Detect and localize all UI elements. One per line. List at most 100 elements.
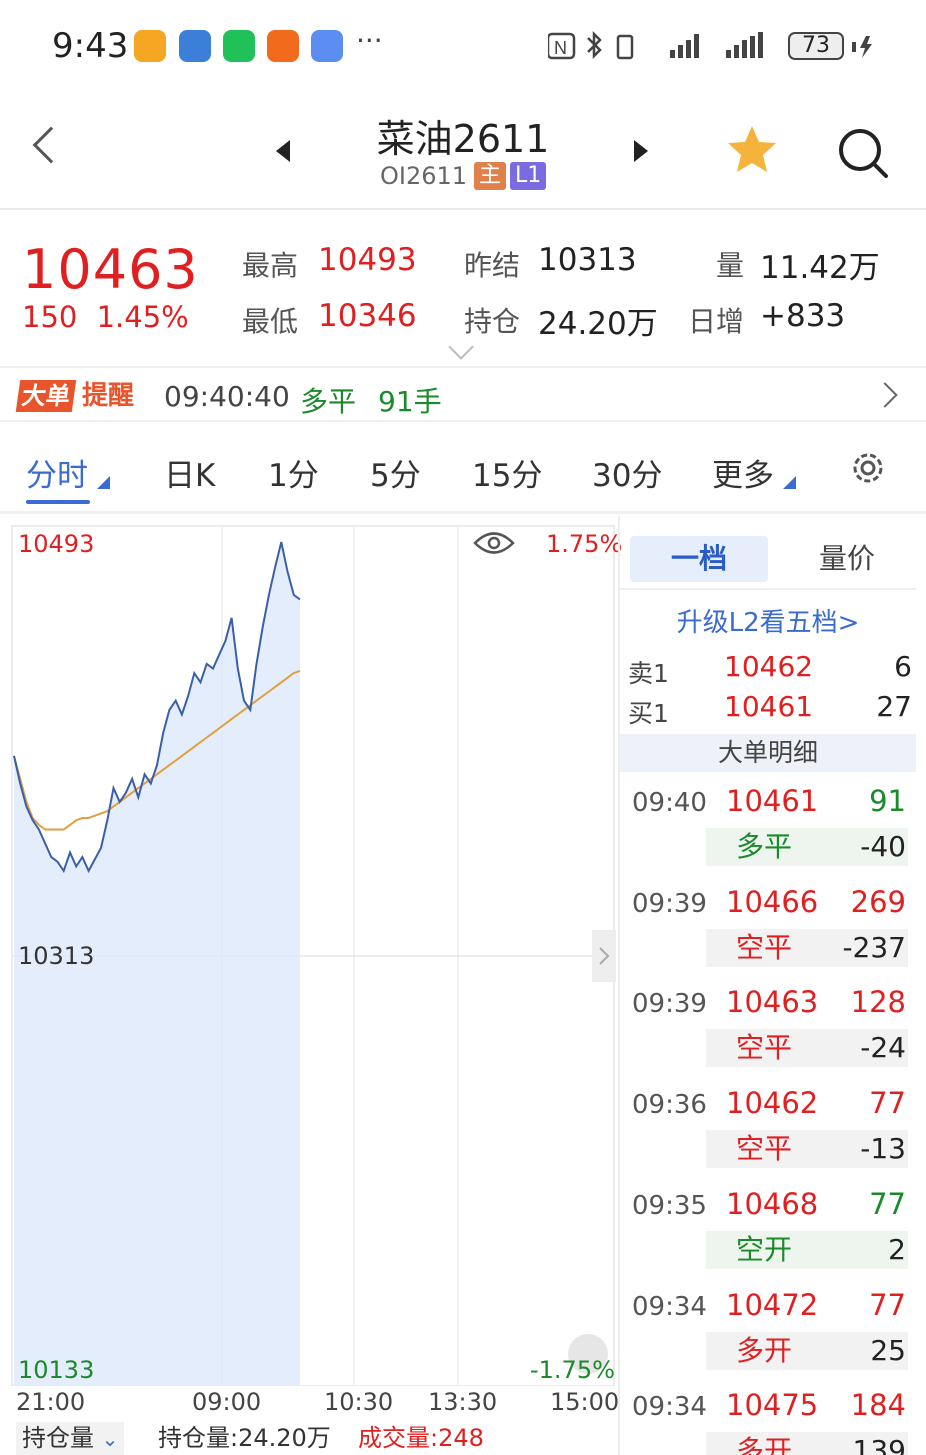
bid1-price: 10461 <box>724 690 814 723</box>
trade-volume: 77 <box>869 1187 906 1221</box>
trade-direction: 空平 <box>736 1031 793 1064</box>
collapse-handle[interactable] <box>592 930 616 982</box>
upgrade-l2-link[interactable]: 升级L2看五档> <box>620 602 916 639</box>
big-order-alert[interactable]: 大单 提醒 09:40:40 多平 91手 <box>0 370 926 422</box>
indicator-bar: 持仓量 ⌄ 持仓量:24.20万 成交量:248 <box>0 1422 618 1455</box>
chevron-right-icon[interactable] <box>872 382 898 408</box>
trade-price: 10472 <box>726 1288 819 1322</box>
trade-direction: 空平 <box>736 931 793 964</box>
order-book-panel: 一档 量价 升级L2看五档> 卖1 10462 6 买1 10461 27 大单… <box>618 516 926 1455</box>
trade-row[interactable]: 09:39 10463 128 空平 -24 <box>620 981 916 1081</box>
trade-detail-band: 多开 139 <box>706 1432 908 1455</box>
pct-bottom-label: -1.75% <box>530 1356 615 1384</box>
trade-detail-band: 空开 2 <box>706 1231 908 1269</box>
trade-row[interactable]: 09:36 10462 77 空平 -13 <box>620 1082 916 1182</box>
trade-direction: 空开 <box>736 1233 793 1266</box>
tab-more[interactable]: 更多 <box>712 450 774 495</box>
trade-oi-change: -13 <box>860 1132 906 1165</box>
chevron-down-icon: ⌄ <box>101 1427 119 1451</box>
pct-top-label: 1.75% <box>546 530 623 558</box>
x-axis-label: 09:00 <box>192 1388 262 1416</box>
intraday-chart[interactable]: 10493 10313 10133 1.75% -1.75% 21:00 09:… <box>0 516 622 1455</box>
next-contract-icon[interactable] <box>634 140 648 162</box>
tab-30min[interactable]: 30分 <box>592 450 662 495</box>
dropdown-corner-icon <box>783 476 796 489</box>
status-bar: 9:43 ··· N 73 <box>0 0 926 92</box>
trade-price: 10468 <box>726 1187 819 1221</box>
dropdown-corner-icon <box>97 476 110 489</box>
trade-oi-change: 2 <box>888 1233 906 1266</box>
tab-level1[interactable]: 一档 <box>630 536 768 582</box>
high-value: 10493 <box>318 242 417 278</box>
trade-direction: 多开 <box>736 1334 793 1367</box>
trade-detail-band: 多开 25 <box>706 1332 908 1370</box>
trade-price: 10466 <box>726 885 819 919</box>
daily-increase-value: +833 <box>760 298 846 334</box>
trade-row[interactable]: 09:34 10475 184 多开 139 <box>620 1384 916 1455</box>
trade-detail-band: 多平 -40 <box>706 828 908 866</box>
low-value: 10346 <box>318 298 417 334</box>
trade-row[interactable]: 09:34 10472 77 多开 25 <box>620 1284 916 1384</box>
quote-summary: 10463 150 1.45% 最高 10493 最低 10346 昨结 103… <box>0 212 926 368</box>
trade-row[interactable]: 09:40 10461 91 多平 -40 <box>620 780 916 880</box>
trade-direction: 空平 <box>736 1132 793 1165</box>
trade-volume: 91 <box>869 784 906 818</box>
low-label: 最低 <box>242 305 299 338</box>
trade-price: 10475 <box>726 1388 819 1422</box>
tab-5min[interactable]: 5分 <box>370 450 421 495</box>
tab-daily-k[interactable]: 日K <box>164 450 215 495</box>
open-interest-value: 24.20万 <box>538 306 658 342</box>
trade-oi-change: -237 <box>842 931 906 964</box>
trade-detail-band: 空平 -24 <box>706 1029 908 1067</box>
volume-value: 11.42万 <box>760 250 880 286</box>
trade-volume: 269 <box>850 885 906 919</box>
battery-indicator: 73 <box>788 32 844 60</box>
alert-time: 09:40:40 <box>164 380 290 413</box>
active-tab-underline <box>26 500 90 504</box>
trade-oi-change: 25 <box>870 1334 906 1367</box>
trade-price: 10462 <box>726 1086 819 1120</box>
tab-volume-price[interactable]: 量价 <box>778 536 916 582</box>
ask1-qty: 6 <box>894 650 912 683</box>
y-axis-bottom-label: 10133 <box>18 1356 95 1384</box>
indicator-select[interactable]: 持仓量 ⌄ <box>16 1422 125 1455</box>
book-segment-control: 一档 量价 <box>630 536 916 582</box>
tab-15min[interactable]: 15分 <box>472 450 542 495</box>
trade-row[interactable]: 09:39 10466 269 空平 -237 <box>620 881 916 981</box>
indicator-volume: 成交量:248 <box>358 1424 484 1452</box>
signal-icons: N <box>548 30 763 60</box>
svg-text:N: N <box>554 38 567 58</box>
price-change: 150 1.45% <box>22 300 189 334</box>
settings-gear-icon[interactable] <box>848 448 888 488</box>
tab-1min[interactable]: 1分 <box>268 450 319 495</box>
last-price: 10463 <box>22 238 199 301</box>
trade-row[interactable]: 09:35 10468 77 空开 2 <box>620 1183 916 1283</box>
trade-price: 10463 <box>726 985 819 1019</box>
bid1-label: 买1 <box>628 699 669 728</box>
trade-time: 09:34 <box>632 1292 707 1322</box>
visibility-eye-icon[interactable] <box>472 528 516 558</box>
x-axis-label: 13:30 <box>428 1388 498 1416</box>
x-axis-label: 15:00 <box>550 1388 620 1416</box>
previous-contract-icon[interactable] <box>276 140 290 162</box>
trade-detail-band: 空平 -237 <box>706 929 908 967</box>
trade-time: 09:34 <box>632 1392 707 1422</box>
search-icon[interactable] <box>836 126 890 180</box>
trade-volume: 77 <box>869 1288 906 1322</box>
favorite-star-icon[interactable] <box>724 122 780 178</box>
change-value: 150 <box>22 300 78 334</box>
main-contract-badge: 主 <box>474 162 507 190</box>
ask1-label: 卖1 <box>628 659 669 688</box>
trade-oi-change: -24 <box>860 1031 906 1064</box>
prev-settle-value: 10313 <box>538 242 637 278</box>
trade-time: 09:36 <box>632 1090 707 1120</box>
tab-intraday[interactable]: 分时 <box>26 450 88 495</box>
ask1-price: 10462 <box>724 650 814 683</box>
high-label: 最高 <box>242 249 299 282</box>
prev-settle-label: 昨结 <box>464 249 521 282</box>
back-icon[interactable] <box>32 126 70 164</box>
indicator-oi: 持仓量:24.20万 <box>158 1424 331 1452</box>
app-stock-icon <box>179 30 211 62</box>
alert-tag: 提醒 <box>82 381 135 411</box>
y-axis-mid-label: 10313 <box>18 942 95 970</box>
